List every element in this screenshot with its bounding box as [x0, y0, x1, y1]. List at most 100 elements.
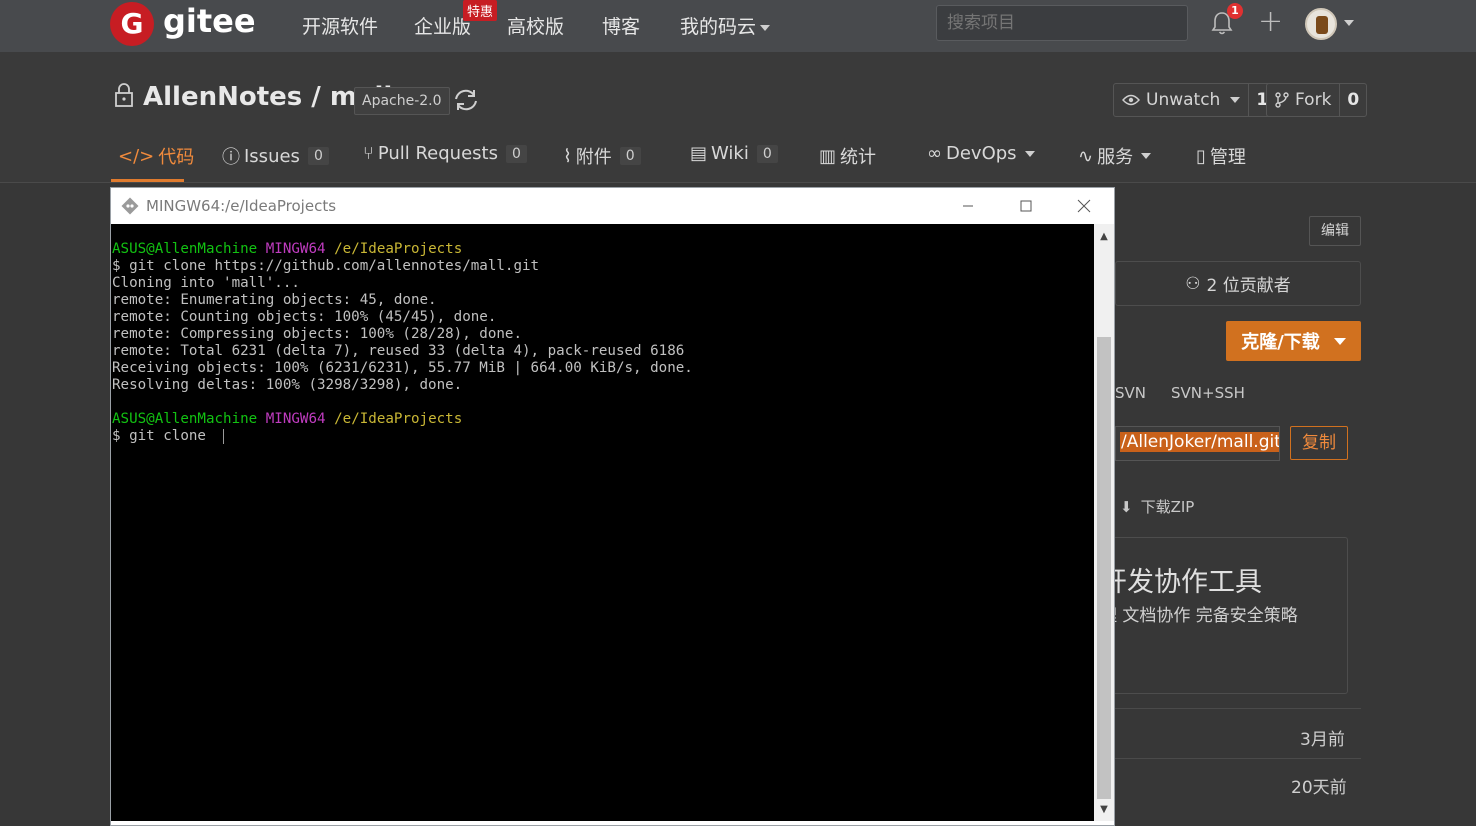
active-tab-indicator [111, 179, 184, 182]
scroll-down-icon[interactable]: ▼ [1094, 799, 1114, 819]
chevron-down-icon [1024, 150, 1035, 157]
minimize-button[interactable] [945, 188, 991, 224]
promo-subtitle: 理 文档协作 完备安全策略 [1100, 606, 1298, 626]
tab-pull-requests[interactable]: ⑂ Pull Requests 0 [363, 143, 527, 164]
fork-button[interactable]: Fork [1267, 84, 1339, 116]
prompt-path: /e/IdeaProjects [334, 241, 463, 257]
clone-url-selected-text: /AllenJoker/mall.git [1120, 432, 1280, 452]
commit-date: 20天前 [1291, 778, 1347, 798]
sync-icon[interactable] [452, 87, 480, 113]
prompt-user: ASUS@AllenMachine [112, 241, 258, 257]
chevron-down-icon[interactable] [1344, 20, 1354, 26]
tab-issues[interactable]: ⓘ Issues 0 [222, 143, 329, 169]
output-line: remote: Counting objects: 100% (45/45), … [112, 309, 497, 325]
terminal-titlebar[interactable]: MINGW64:/e/IdeaProjects [111, 188, 1114, 224]
divider [1115, 758, 1361, 759]
download-icon: ⬇ [1120, 497, 1133, 516]
terminal-title: MINGW64:/e/IdeaProjects [146, 197, 337, 215]
protocol-tab-svn-ssh[interactable]: SVN+SSH [1171, 384, 1245, 402]
close-icon [1077, 199, 1091, 213]
search-input[interactable] [936, 5, 1188, 41]
promo-title: 开发协作工具 [1100, 567, 1262, 598]
clone-download-button[interactable]: 克隆/下载 [1226, 321, 1361, 361]
nav-my-gitee[interactable]: 我的码云 [680, 12, 771, 39]
prompt-env: MINGW64 [265, 241, 326, 257]
license-badge[interactable]: Apache-2.0 [354, 87, 450, 115]
tab-attachments[interactable]: ⌇ 附件 0 [563, 143, 641, 169]
maximize-icon [1020, 200, 1032, 212]
contributors-box[interactable]: ⚇ 2 位贡献者 [1115, 261, 1361, 306]
copy-button[interactable]: 复制 [1290, 426, 1348, 460]
plus-icon[interactable]: + [1258, 4, 1283, 39]
prompt-line: ASUS@AllenMachine MINGW64 /e/IdeaProject… [112, 411, 462, 427]
tab-wiki-count: 0 [756, 144, 778, 163]
gitee-logo-icon[interactable]: G [110, 2, 154, 46]
infinity-icon: ∞ [927, 143, 942, 164]
bar-chart-icon: ▥ [819, 145, 837, 167]
paperclip-icon: ⌇ [563, 145, 572, 167]
tab-code[interactable]: </> 代码 [118, 143, 194, 169]
output-line: Cloning into 'mall'... [112, 275, 300, 291]
close-button[interactable] [1061, 188, 1107, 224]
tab-manage-label: 管理 [1209, 147, 1246, 168]
divider [1115, 708, 1361, 709]
nav-blog[interactable]: 博客 [602, 12, 640, 39]
tab-attachments-count: 0 [619, 147, 641, 165]
nav-my-gitee-label: 我的码云 [680, 16, 757, 38]
prompt-user: ASUS@AllenMachine [112, 411, 258, 427]
output-line: Resolving deltas: 100% (3298/3298), done… [112, 377, 463, 393]
maximize-button[interactable] [1003, 188, 1049, 224]
lock-icon [115, 83, 133, 107]
tab-stats-label: 统计 [840, 147, 877, 168]
fork-count[interactable]: 0 [1339, 84, 1366, 116]
document-icon: ▯ [1196, 145, 1206, 167]
issue-icon: ⓘ [222, 147, 240, 168]
git-icon [121, 197, 139, 215]
output-line: Receiving objects: 100% (6231/6231), 55.… [112, 360, 693, 376]
tab-pull-requests-count: 0 [505, 144, 527, 163]
output-line: remote: Total 6231 (delta 7), reused 33 … [112, 343, 685, 359]
nav-open-source[interactable]: 开源软件 [302, 12, 378, 39]
tab-stats[interactable]: ▥ 统计 [819, 143, 876, 169]
book-icon: ▤ [690, 143, 708, 164]
output-line: remote: Compressing objects: 100% (28/28… [112, 326, 522, 342]
fork-icon [1275, 92, 1289, 108]
clone-download-label: 克隆/下载 [1241, 332, 1320, 353]
contributors-label: 2 位贡献者 [1206, 276, 1291, 296]
nav-university[interactable]: 高校版 [507, 12, 564, 39]
chevron-down-icon [760, 24, 771, 31]
fork-button-group: Fork 0 [1266, 83, 1368, 117]
tab-devops[interactable]: ∞ DevOps [927, 143, 1035, 164]
download-zip-link[interactable]: ⬇ 下载ZIP [1120, 496, 1194, 517]
terminal-scrollbar[interactable]: ▲ ▼ [1094, 224, 1114, 821]
terminal-window[interactable]: MINGW64:/e/IdeaProjects ASUS@AllenMachin… [110, 187, 1115, 826]
protocol-tab-svn[interactable]: SVN [1115, 384, 1146, 402]
command-line[interactable]: $ git clone [112, 428, 215, 444]
scroll-up-icon[interactable]: ▲ [1094, 226, 1114, 246]
tab-manage[interactable]: ▯ 管理 [1196, 143, 1246, 169]
tab-services[interactable]: ∿ 服务 [1078, 143, 1152, 169]
tab-devops-label: DevOps [946, 143, 1017, 164]
gitee-logo-text[interactable]: gitee [163, 2, 256, 40]
chevron-down-icon [1230, 97, 1241, 103]
watch-button[interactable]: Unwatch [1114, 84, 1248, 116]
top-navbar: G gitee 开源软件 企业版 特惠 高校版 博客 我的码云 1 + [0, 0, 1476, 52]
prompt-line: ASUS@AllenMachine MINGW64 /e/IdeaProject… [112, 241, 462, 257]
clone-url-field[interactable]: /AllenJoker/mall.git [1115, 426, 1280, 461]
chevron-down-icon [1141, 153, 1152, 159]
pulse-icon: ∿ [1078, 145, 1094, 167]
prompt-path: /e/IdeaProjects [334, 411, 463, 427]
avatar[interactable] [1305, 8, 1337, 40]
minimize-icon [963, 205, 973, 207]
watch-label: Unwatch [1146, 90, 1221, 110]
commit-date: 3月前 [1300, 730, 1345, 750]
scrollbar-thumb[interactable] [1097, 337, 1111, 799]
tab-pull-requests-label: Pull Requests [377, 143, 498, 164]
edit-button[interactable]: 编辑 [1309, 216, 1361, 246]
terminal-output[interactable]: ASUS@AllenMachine MINGW64 /e/IdeaProject… [111, 224, 1094, 821]
tab-wiki[interactable]: ▤ Wiki 0 [690, 143, 778, 164]
prompt-env: MINGW64 [265, 411, 326, 427]
tab-issues-count: 0 [307, 147, 329, 165]
chevron-down-icon [1333, 337, 1346, 345]
tab-wiki-label: Wiki [711, 143, 749, 164]
